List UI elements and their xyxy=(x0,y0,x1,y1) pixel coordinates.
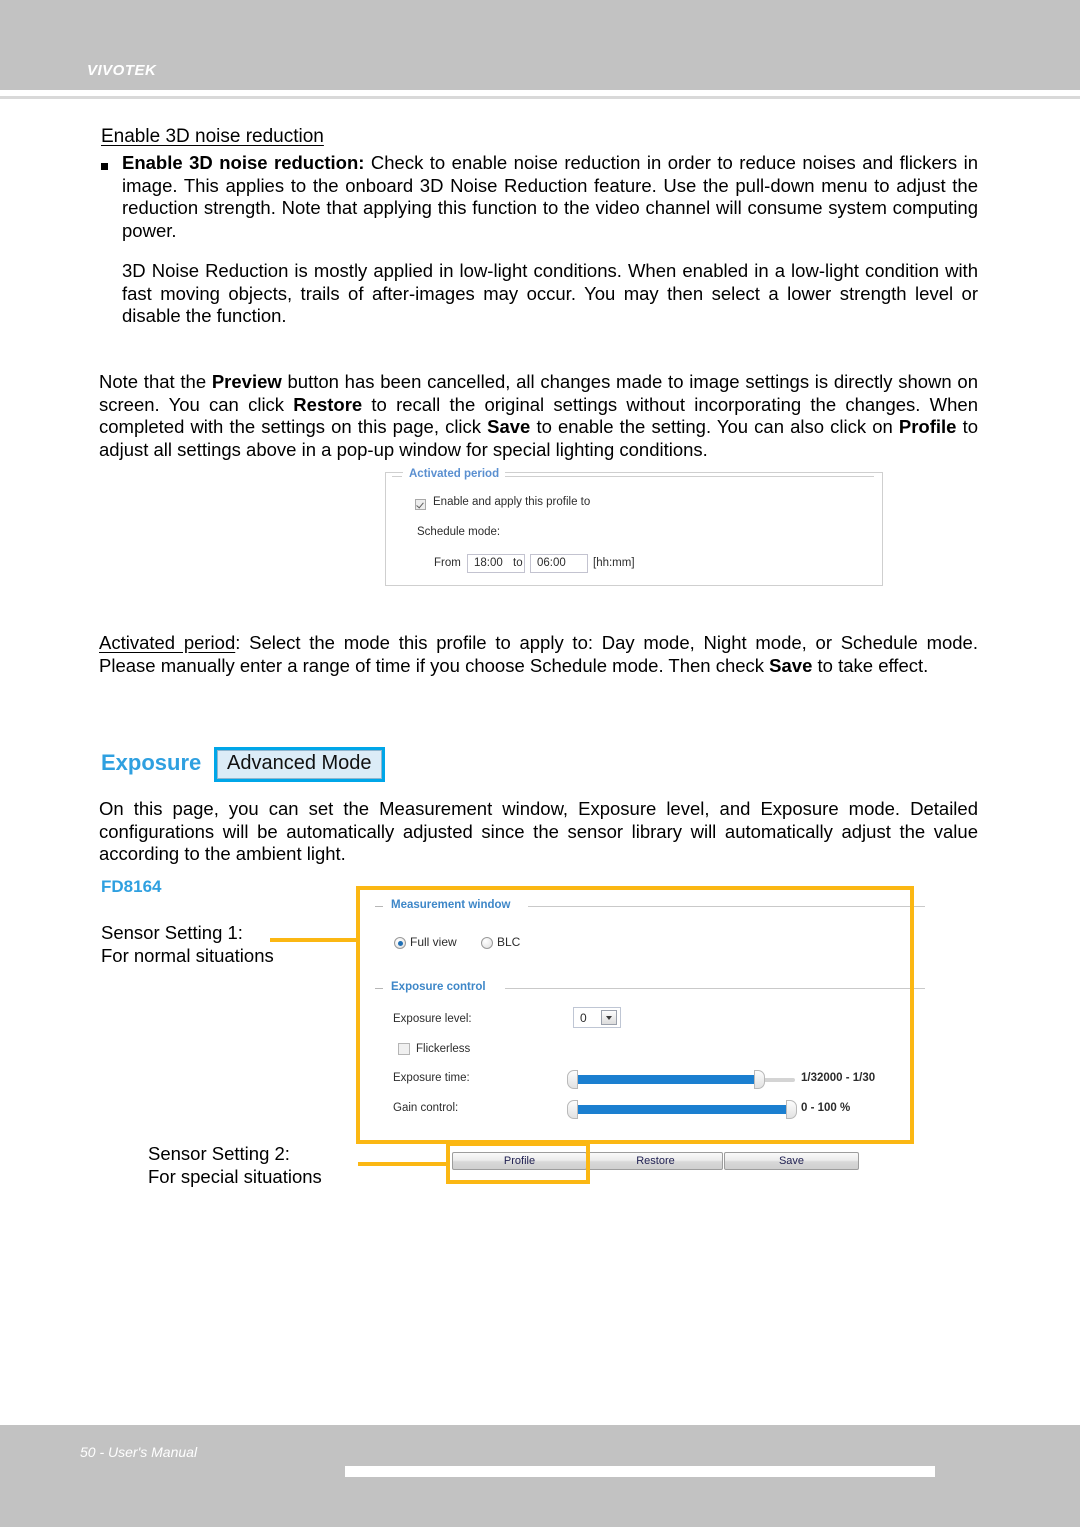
section-heading: Enable 3D noise reduction xyxy=(101,126,324,147)
enable-profile-label: Enable and apply this profile to xyxy=(433,496,591,508)
page-header-band xyxy=(0,0,1080,90)
annotation-sensor-setting-2-line1: Sensor Setting 2: xyxy=(148,1143,290,1164)
bullet-paragraph-lead: Enable 3D noise reduction: xyxy=(122,152,365,173)
annotation-box-sensor-setting-1 xyxy=(356,886,914,1144)
annotation-box-sensor-setting-2 xyxy=(446,1142,590,1184)
note-bold-preview: Preview xyxy=(211,371,282,392)
annotation-leader-line-1 xyxy=(270,938,356,942)
camera-model-label: FD8164 xyxy=(101,877,162,896)
activated-period-paragraph: Activated period: Select the mode this p… xyxy=(99,632,978,677)
activated-period-text-2: to take effect. xyxy=(812,654,929,676)
annotation-sensor-setting-1-line1: Sensor Setting 1: xyxy=(101,922,243,943)
note-bold-save: Save xyxy=(487,416,531,437)
exposure-paragraph: On this page, you can set the Measuremen… xyxy=(99,798,978,864)
to-time-input[interactable]: 06:00 xyxy=(530,554,588,573)
footer-white-bar xyxy=(345,1466,935,1477)
note-text-4: to enable the setting. You can also clic… xyxy=(530,416,899,437)
schedule-mode-label: Schedule mode: xyxy=(417,526,501,538)
annotation-sensor-setting-1: Sensor Setting 1: For normal situations xyxy=(101,922,274,967)
activated-period-legend-rule-left xyxy=(392,476,402,477)
annotation-sensor-setting-2: Sensor Setting 2: For special situations xyxy=(148,1143,322,1188)
to-label: to xyxy=(513,557,523,569)
footer-page-label: 50 - User's Manual xyxy=(80,1444,198,1460)
time-format-hint: [hh:mm] xyxy=(593,557,635,569)
activated-period-legend-rule-right xyxy=(498,476,874,477)
exposure-title: Exposure xyxy=(101,750,202,775)
advanced-mode-badge-label: Advanced Mode xyxy=(217,750,382,779)
vivotek-logo: VIVOTEK xyxy=(87,62,157,79)
annotation-leader-line-2 xyxy=(358,1162,446,1166)
noise-reduction-paragraph: 3D Noise Reduction is mostly applied in … xyxy=(122,260,978,326)
note-paragraph: Note that the Preview button has been ca… xyxy=(99,371,978,461)
bullet-square-icon xyxy=(101,163,108,170)
annotation-sensor-setting-1-line2: For normal situations xyxy=(101,944,274,966)
bullet-paragraph: Enable 3D noise reduction: Check to enab… xyxy=(122,152,978,242)
enable-profile-checkbox[interactable] xyxy=(415,499,426,510)
activated-period-bold-save: Save xyxy=(769,654,813,676)
save-button[interactable]: Save xyxy=(724,1152,859,1170)
advanced-mode-badge: Advanced Mode xyxy=(214,747,385,782)
header-divider xyxy=(0,96,1080,99)
from-label: From xyxy=(434,557,461,569)
activated-period-term: Activated period xyxy=(99,632,236,653)
note-text-1: Note that the xyxy=(99,371,212,392)
annotation-sensor-setting-2-line2: For special situations xyxy=(148,1165,322,1187)
note-bold-profile: Profile xyxy=(898,416,957,437)
activated-period-legend: Activated period xyxy=(403,468,506,480)
note-bold-restore: Restore xyxy=(293,393,363,415)
restore-button[interactable]: Restore xyxy=(588,1152,723,1170)
